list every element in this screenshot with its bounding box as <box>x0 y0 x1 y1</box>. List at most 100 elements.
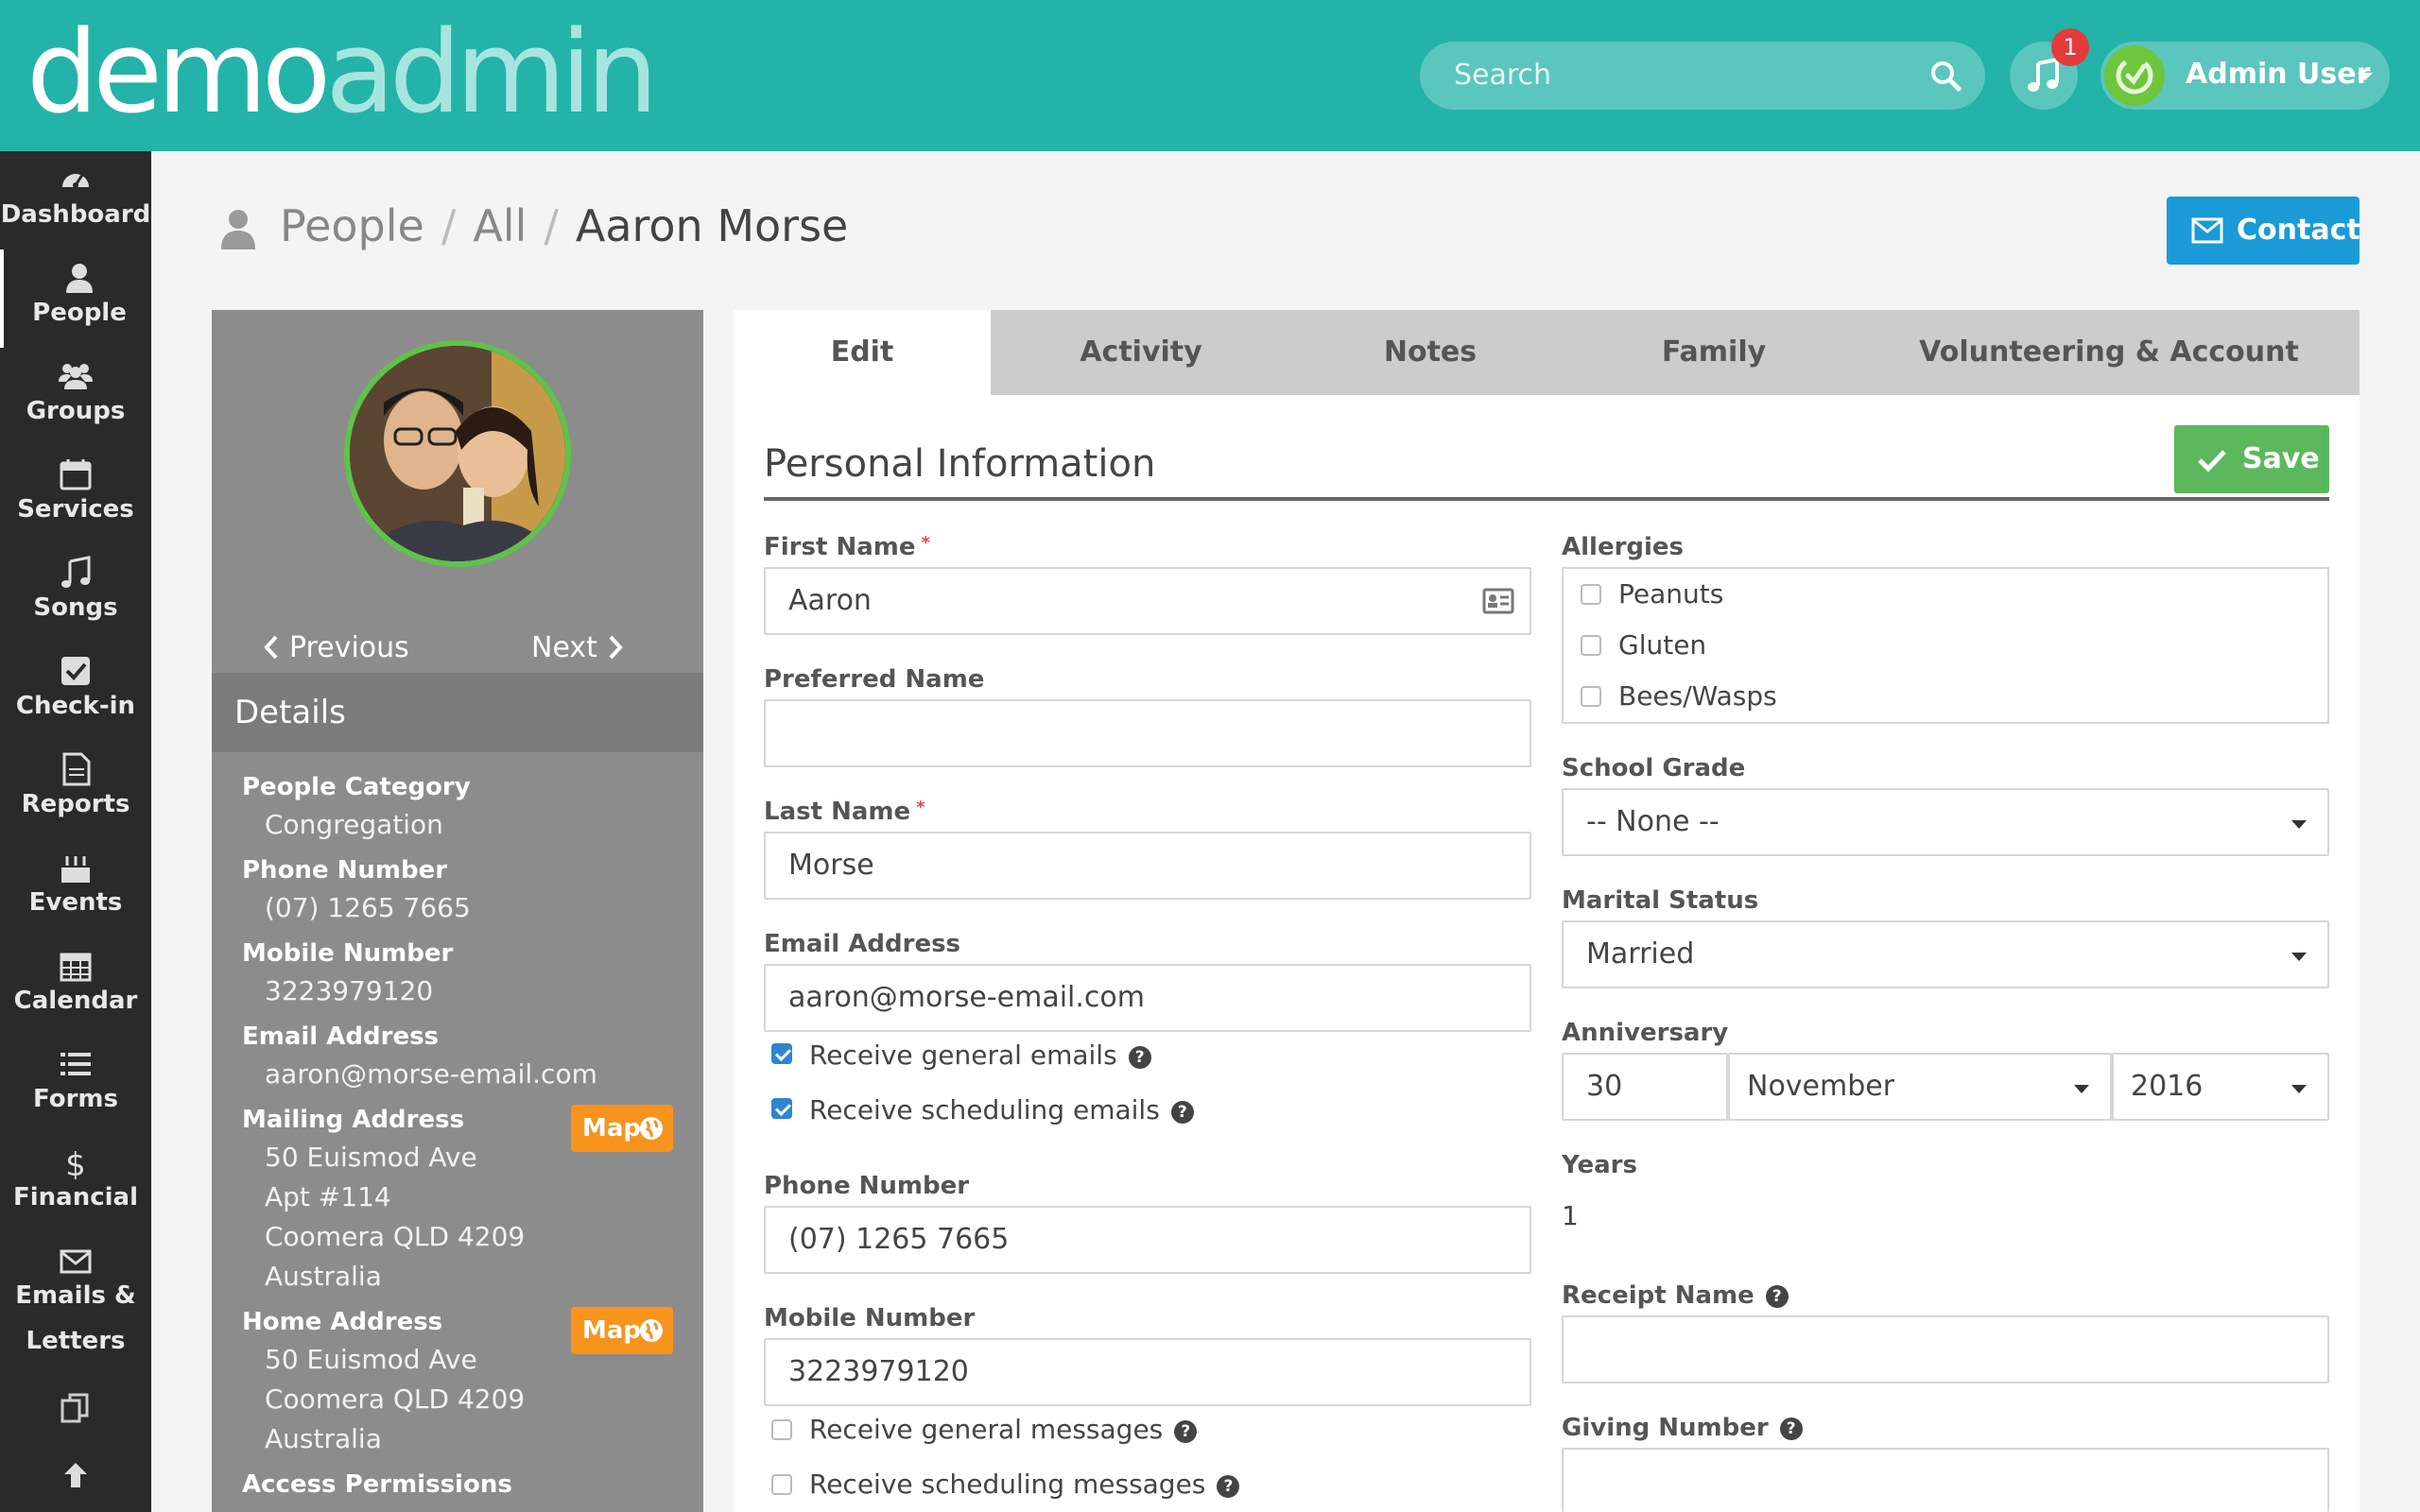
contact-button[interactable]: Contact <box>2167 197 2360 265</box>
breadcrumb-people[interactable]: People <box>280 200 424 251</box>
nav-item-groups[interactable]: Groups <box>0 348 151 446</box>
preferred-name-label: Preferred Name <box>764 665 985 694</box>
question-circle-icon[interactable]: ? <box>1174 1420 1198 1443</box>
allergies-label: Allergies <box>1562 533 1685 561</box>
receive-general-emails-checkbox[interactable] <box>771 1043 792 1064</box>
preferred-name-field[interactable] <box>764 699 1531 767</box>
nav-item-events[interactable]: Events <box>0 839 151 937</box>
nav-item-calendar[interactable]: Calendar <box>0 937 151 1036</box>
last-name-label: Last Name * <box>764 798 925 826</box>
mailing-line: Coomera QLD 4209 <box>265 1221 526 1252</box>
receive-scheduling-emails-checkbox[interactable] <box>771 1098 792 1119</box>
question-circle-icon[interactable]: ? <box>1128 1046 1151 1069</box>
user-menu[interactable]: Admin User <box>2100 42 2390 110</box>
tab-edit[interactable]: Edit <box>734 310 991 395</box>
first-name-label: First Name * <box>764 533 930 561</box>
phone-field[interactable]: (07) 1265 7665 <box>764 1206 1531 1274</box>
home-map-button[interactable]: Map <box>571 1307 673 1354</box>
question-circle-icon[interactable]: ? <box>1765 1285 1789 1308</box>
giving-number-field[interactable] <box>1562 1448 2329 1512</box>
breadcrumb: People / All / Aaron Morse <box>280 200 849 251</box>
nav-item-copy[interactable] <box>0 1380 151 1436</box>
detail-value[interactable]: aaron@morse-email.com <box>265 1058 597 1090</box>
last-name-field[interactable]: Morse <box>764 832 1531 900</box>
search-input[interactable]: Search <box>1420 42 1985 110</box>
breadcrumb-all[interactable]: All <box>473 200 527 251</box>
chevron-down-icon <box>2291 953 2307 961</box>
dollar-icon: $ <box>65 1146 86 1179</box>
tab-volunteering-account[interactable]: Volunteering & Account <box>1858 310 2360 395</box>
envelope-icon <box>60 1249 92 1274</box>
calendar-icon <box>60 459 92 490</box>
checkbox-icon <box>61 657 90 685</box>
detail-value[interactable]: (07) 1265 7665 <box>265 892 471 923</box>
detail-value[interactable]: 3223979120 <box>265 975 433 1006</box>
contact-card-icon[interactable] <box>1482 588 1514 614</box>
tab-notes[interactable]: Notes <box>1291 310 1569 395</box>
main-panel: Edit Activity Notes Family Volunteering … <box>734 310 2360 1512</box>
allergy-peanuts-checkbox[interactable] <box>1581 584 1601 605</box>
nav-item-emails-letters[interactable]: Emails & Letters <box>0 1232 151 1374</box>
allergy-bees-checkbox[interactable] <box>1581 686 1601 707</box>
school-grade-select[interactable]: -- None -- <box>1562 788 2329 856</box>
question-circle-icon[interactable]: ? <box>1170 1101 1194 1124</box>
previous-button[interactable]: Previous <box>263 631 409 664</box>
allergy-gluten-checkbox[interactable] <box>1581 635 1601 656</box>
chevron-down-icon <box>2291 1085 2307 1093</box>
nav-item-dashboard[interactable]: Dashboard <box>0 151 151 249</box>
anniversary-year-select[interactable]: 2016 <box>2112 1053 2329 1121</box>
detail-label: Access Permissions <box>242 1470 512 1499</box>
allergy-peanuts-label: Peanuts <box>1618 578 1724 610</box>
avatar <box>2104 45 2165 106</box>
brand-logo[interactable]: demoadmin <box>26 17 658 130</box>
receive-general-messages-checkbox[interactable] <box>771 1419 792 1440</box>
mobile-field[interactable]: 3223979120 <box>764 1338 1531 1406</box>
profile-photo-image <box>350 346 565 561</box>
notifications-button[interactable]: 1 <box>2010 28 2089 110</box>
nav-item-check-in[interactable]: Check-in <box>0 643 151 741</box>
first-name-field[interactable]: Aaron <box>764 567 1531 635</box>
receipt-name-field[interactable] <box>1562 1315 2329 1383</box>
nav-item-financial[interactable]: $ Financial <box>0 1134 151 1232</box>
notification-badge: 1 <box>2051 28 2089 66</box>
anniversary-month-select[interactable]: November <box>1728 1053 2112 1121</box>
detail-label: Home Address <box>242 1308 443 1336</box>
receive-scheduling-messages-checkbox[interactable] <box>771 1474 792 1495</box>
svg-text:$: $ <box>65 1146 86 1179</box>
marital-status-label: Marital Status <box>1562 886 1759 915</box>
home-line: 50 Euismod Ave <box>265 1344 477 1375</box>
marital-status-select[interactable]: Married <box>1562 920 2329 988</box>
section-title: Personal Information <box>764 442 1156 486</box>
nav-item-songs[interactable]: Songs <box>0 544 151 643</box>
giving-number-label: Giving Number? <box>1562 1414 1803 1442</box>
next-button[interactable]: Next <box>531 631 624 664</box>
person-icon <box>221 210 255 249</box>
email-field[interactable]: aaron@morse-email.com <box>764 964 1531 1032</box>
detail-label: People Category <box>242 773 471 801</box>
allergy-gluten-label: Gluten <box>1618 629 1707 661</box>
list-icon <box>60 1053 91 1075</box>
document-icon <box>62 752 91 786</box>
scroll-top-button[interactable] <box>0 1446 151 1503</box>
mailing-map-button[interactable]: Map <box>571 1105 673 1152</box>
question-circle-icon[interactable]: ? <box>1779 1418 1803 1440</box>
nav-item-forms[interactable]: Forms <box>0 1036 151 1134</box>
nav-item-reports[interactable]: Reports <box>0 741 151 839</box>
detail-label: Phone Number <box>242 856 448 885</box>
profile-photo[interactable] <box>344 340 571 567</box>
power-icon <box>2116 57 2153 94</box>
nav-item-services[interactable]: Services <box>0 446 151 544</box>
tab-bar: Edit Activity Notes Family Volunteering … <box>734 310 2360 395</box>
chevron-down-icon <box>2358 73 2373 80</box>
nav-item-people[interactable]: People <box>0 249 151 348</box>
save-button[interactable]: Save <box>2174 425 2329 493</box>
user-name: Admin User <box>2186 58 2371 91</box>
anniversary-day-field[interactable]: 30 <box>1562 1053 1728 1121</box>
receive-scheduling-emails-label: Receive scheduling emails? <box>809 1094 1194 1125</box>
tab-family[interactable]: Family <box>1569 310 1858 395</box>
tab-activity[interactable]: Activity <box>991 310 1291 395</box>
question-circle-icon[interactable]: ? <box>1217 1475 1240 1498</box>
mailing-line: Australia <box>265 1261 382 1292</box>
search-icon[interactable] <box>1927 57 1964 94</box>
detail-label: Mobile Number <box>242 939 454 968</box>
